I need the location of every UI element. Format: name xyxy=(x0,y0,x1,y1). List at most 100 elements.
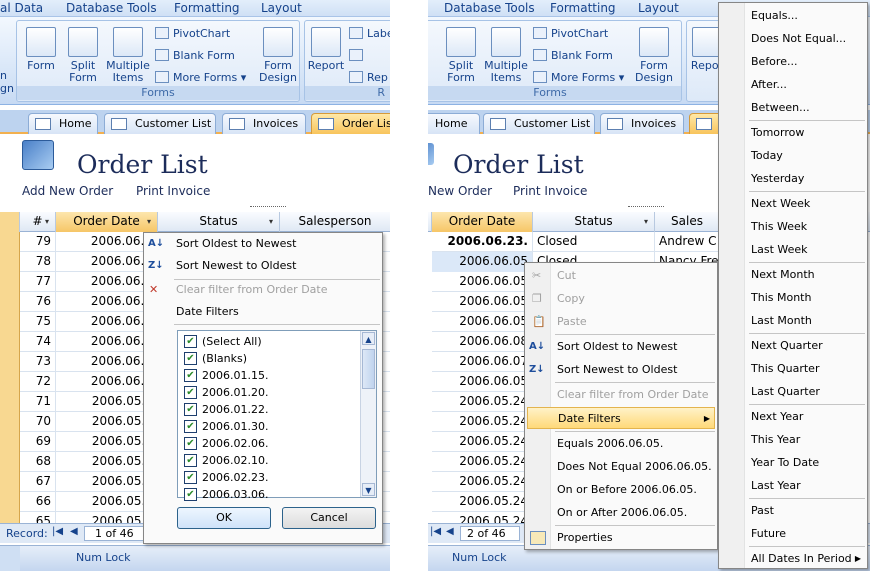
clear-filter-item[interactable]: ✕ Clear filter from Order Date xyxy=(144,279,382,301)
col-salesperson[interactable]: Sales xyxy=(655,212,719,232)
date-filter-item[interactable]: All Dates In Period ▶ xyxy=(719,548,867,570)
order-date-cell[interactable]: 2006.06.05 xyxy=(432,272,533,292)
equals-item[interactable]: Equals 2006.06.05. xyxy=(525,433,717,455)
paste-item[interactable]: 📋 Paste xyxy=(525,311,717,333)
tab-layout[interactable]: Layout xyxy=(261,1,302,15)
dropdown-arrow-icon[interactable]: ▾ xyxy=(265,215,277,228)
date-filter-item[interactable]: Before... xyxy=(719,51,867,73)
form-design-button[interactable]: Form Design xyxy=(633,27,675,84)
resize-grip[interactable] xyxy=(250,206,286,208)
tab-external-data[interactable]: al Data xyxy=(0,1,43,15)
checkbox-checked-icon[interactable]: ✔ xyxy=(184,437,197,450)
checkbox-checked-icon[interactable]: ✔ xyxy=(184,403,197,416)
tab-database-tools[interactable]: Database Tools xyxy=(66,1,157,15)
not-equal-item[interactable]: Does Not Equal 2006.06.05. xyxy=(525,456,717,478)
order-date-cell[interactable]: 2006.06.05 xyxy=(432,292,533,312)
date-filter-item[interactable]: Past xyxy=(719,500,867,522)
status-cell[interactable]: Closed xyxy=(533,232,655,252)
order-date-cell[interactable]: 2006.05.24 xyxy=(432,412,533,432)
record-number-field[interactable]: 2 of 46 xyxy=(460,526,520,541)
date-filter-item[interactable]: Does Not Equal... xyxy=(719,28,867,50)
order-date-cell[interactable]: 2006.05.24 xyxy=(432,492,533,512)
sort-newest-oldest-item[interactable]: Z↓ Sort Newest to Oldest xyxy=(525,359,717,381)
split-form-button[interactable]: Split Form xyxy=(441,27,481,84)
col-order-date[interactable]: Order Date ▾ xyxy=(56,212,158,232)
checklist-item[interactable]: ✔ 2006.02.10. xyxy=(178,453,358,469)
order-date-cell[interactable]: 2006.06.05 xyxy=(432,252,533,272)
col-order-date[interactable]: Order Date xyxy=(432,212,533,232)
ok-button[interactable]: OK xyxy=(177,507,271,529)
checkbox-checked-icon[interactable]: ✔ xyxy=(184,352,197,365)
tab-database-tools[interactable]: Database Tools xyxy=(444,1,535,15)
order-date-cell[interactable]: 2006.06.05 xyxy=(432,372,533,392)
date-filter-item[interactable]: Next Quarter xyxy=(719,335,867,357)
form-design-button[interactable]: Form Design xyxy=(257,27,299,84)
date-filter-item[interactable]: Future xyxy=(719,523,867,545)
properties-item[interactable]: Properties xyxy=(525,527,717,549)
date-filter-item[interactable]: Last Quarter xyxy=(719,381,867,403)
date-filter-item[interactable]: After... xyxy=(719,74,867,96)
tab-formatting[interactable]: Formatting xyxy=(550,1,616,15)
sort-oldest-newest-item[interactable]: A↓ Sort Oldest to Newest xyxy=(525,336,717,358)
select-all-corner[interactable] xyxy=(0,212,20,232)
order-date-cell[interactable]: 2006.06.08 xyxy=(432,332,533,352)
on-or-before-item[interactable]: On or Before 2006.06.05. xyxy=(525,479,717,501)
date-filter-item[interactable]: Year To Date xyxy=(719,452,867,474)
col-salesperson[interactable]: Salesperson xyxy=(280,212,390,232)
tab-layout[interactable]: Layout xyxy=(638,1,679,15)
checklist-item[interactable]: ✔ 2006.03.06. xyxy=(178,487,358,503)
prev-record-icon[interactable]: ◀ xyxy=(446,526,454,537)
date-filter-item[interactable]: Today xyxy=(719,145,867,167)
order-date-cell[interactable]: 2006.05.24 xyxy=(432,392,533,412)
col-status[interactable]: Status ▾ xyxy=(533,212,655,232)
form-button[interactable]: Form xyxy=(21,27,61,72)
print-invoice-link[interactable]: Print Invoice xyxy=(136,184,210,198)
col-status[interactable]: Status ▾ xyxy=(158,212,280,232)
date-filter-item[interactable]: Last Year xyxy=(719,475,867,497)
multiple-items-button[interactable]: Multiple Items xyxy=(105,27,151,84)
first-record-icon[interactable]: |◀ xyxy=(430,526,441,537)
cancel-button[interactable]: Cancel xyxy=(282,507,376,529)
doc-tab-customer-list[interactable]: Customer List xyxy=(104,113,216,134)
date-filter-item[interactable]: Next Year xyxy=(719,406,867,428)
date-filter-item[interactable]: This Year xyxy=(719,429,867,451)
checklist-item[interactable]: ✔ 2006.02.06. xyxy=(178,436,358,452)
checkbox-checked-icon[interactable]: ✔ xyxy=(184,369,197,382)
more-forms-button[interactable]: More Forms ▾ xyxy=(155,71,246,84)
record-number-field[interactable]: 1 of 46 xyxy=(84,526,144,541)
checkbox-checked-icon[interactable]: ✔ xyxy=(184,386,197,399)
more-forms-button[interactable]: More Forms ▾ xyxy=(533,71,624,84)
date-filter-item[interactable]: Between... xyxy=(719,97,867,119)
scroll-down-icon[interactable]: ▼ xyxy=(362,483,375,496)
labels-button[interactable]: Labe xyxy=(349,27,390,40)
doc-tab-invoices[interactable]: Invoices xyxy=(600,113,684,134)
date-filter-item[interactable]: Last Month xyxy=(719,310,867,332)
date-filter-item[interactable]: This Quarter xyxy=(719,358,867,380)
checklist-item[interactable]: ✔ (Select All) xyxy=(178,334,358,350)
date-filter-item[interactable]: Next Week xyxy=(719,193,867,215)
add-new-order-link[interactable]: New Order xyxy=(428,184,492,198)
add-new-order-link[interactable]: Add New Order xyxy=(22,184,113,198)
date-filter-item[interactable]: This Week xyxy=(719,216,867,238)
date-filter-item[interactable]: Last Week xyxy=(719,239,867,261)
doc-tab-order-list[interactable]: Order List xyxy=(311,113,390,134)
checklist-item[interactable]: ✔ 2006.01.20. xyxy=(178,385,358,401)
order-date-cell[interactable]: 2006.06.23. xyxy=(432,232,533,252)
checklist-item[interactable]: ✔ 2006.02.23. xyxy=(178,470,358,486)
scroll-up-icon[interactable]: ▲ xyxy=(362,332,375,345)
print-invoice-link[interactable]: Print Invoice xyxy=(513,184,587,198)
record-selector-bar[interactable] xyxy=(0,232,20,523)
first-record-icon[interactable]: |◀ xyxy=(52,526,63,537)
sort-oldest-newest-item[interactable]: A↓ Sort Oldest to Newest xyxy=(144,233,382,255)
checkbox-checked-icon[interactable]: ✔ xyxy=(184,488,197,501)
salesperson-cell[interactable]: Andrew C xyxy=(655,232,722,252)
split-form-button[interactable]: Split Form xyxy=(63,27,103,84)
checklist-scrollbar[interactable]: ▲ ▼ xyxy=(360,331,376,497)
doc-tab-home[interactable]: Home xyxy=(28,113,98,134)
order-date-cell[interactable]: 2006.05.24 xyxy=(432,472,533,492)
prev-record-icon[interactable]: ◀ xyxy=(70,526,78,537)
checkbox-checked-icon[interactable]: ✔ xyxy=(184,454,197,467)
table-row[interactable]: 2006.06.23. Closed Andrew C xyxy=(432,232,722,252)
checkbox-checked-icon[interactable]: ✔ xyxy=(184,420,197,433)
order-date-cell[interactable]: 2006.05.24 xyxy=(432,432,533,452)
